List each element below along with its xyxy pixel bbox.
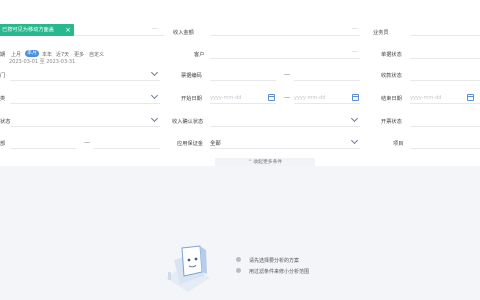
hint-select-plan: 请先选择要分析的方案 [249, 258, 300, 264]
end-date-input[interactable]: yyyy-mm-dd [410, 95, 441, 101]
range-to-input[interactable] [94, 148, 160, 149]
quick-filter-more[interactable]: 更多 [74, 51, 84, 58]
start-date-to-input[interactable]: yyyy-mm-dd [294, 95, 325, 101]
project-label: 项目 [393, 141, 404, 147]
calendar-icon[interactable] [467, 94, 474, 101]
result-area [0, 166, 480, 300]
start-date-label: 开始日期 [181, 96, 202, 102]
income-amount-label: 收入金额 [173, 30, 194, 36]
salesperson-input[interactable] [410, 35, 480, 36]
income-amount-input[interactable] [210, 35, 360, 36]
chevron-up-icon: ⌃ [247, 160, 252, 165]
period-label: 期 [0, 52, 6, 58]
start-date-from-input[interactable]: yyyy-mm-dd [210, 95, 241, 101]
dept2-label: 部 [0, 141, 6, 147]
more-dots-icon[interactable]: ··· [352, 26, 358, 33]
more-dots-icon[interactable]: ··· [152, 26, 158, 33]
deposit-label: 应用保证金 [177, 141, 203, 147]
type-select[interactable] [10, 103, 160, 104]
notification-toast: 已按可见为移动方面盖 × [0, 24, 74, 36]
deposit-value[interactable]: 全部 [210, 139, 221, 147]
payment-status-label: 收款状态 [381, 73, 402, 79]
doc-status-select[interactable] [410, 58, 480, 59]
row1-left-field-line[interactable] [74, 35, 164, 36]
invoice-status-label: 开票状态 [381, 119, 402, 125]
salesperson-label: 业务员 [373, 30, 389, 36]
doc-status-label: 单据状态 [381, 52, 402, 58]
end-date-label: 结束日期 [381, 96, 402, 102]
chevron-down-icon[interactable] [350, 114, 359, 123]
quick-filter-custom[interactable]: 自定义 [89, 51, 104, 58]
customer-label: 客户 [194, 52, 205, 58]
invoice-status-select[interactable] [410, 126, 480, 127]
quick-filter-this-month[interactable]: 本月 [25, 50, 40, 57]
ticket-code-to[interactable] [294, 80, 360, 81]
range-from-input[interactable] [10, 148, 76, 149]
income-confirm-select[interactable] [210, 126, 360, 127]
quick-filter-last7days[interactable]: 近7天 [56, 51, 69, 58]
start-date-to-line [294, 103, 360, 104]
start-date-from-line [210, 103, 276, 104]
close-icon[interactable]: × [65, 24, 71, 36]
collapse-label: 收起更多条件 [253, 160, 283, 165]
income-confirm-label: 收入确认状态 [172, 119, 204, 125]
quick-filter-this-year[interactable]: 本年 [42, 51, 52, 58]
end-date-line [410, 103, 480, 104]
type-label: 类 [0, 96, 6, 102]
quick-filter-last-month[interactable]: 上月 [11, 51, 21, 58]
range-dash: — [284, 94, 290, 101]
range-dash: — [284, 71, 290, 78]
filter-panel: 已按可见为移动方面盖 × ··· 期 上月 本月 本年 近7天 更多 自定义 2… [0, 0, 480, 167]
calendar-icon[interactable] [352, 94, 359, 101]
dept-select[interactable] [10, 80, 160, 81]
calendar-icon[interactable] [268, 94, 275, 101]
status-select[interactable] [10, 126, 160, 127]
chevron-down-icon[interactable] [150, 68, 159, 77]
chevron-down-icon[interactable] [150, 91, 159, 100]
payment-status-select[interactable] [410, 80, 480, 81]
deposit-select[interactable] [210, 148, 360, 149]
status-label: 状态 [0, 119, 11, 125]
range-dash: — [84, 139, 90, 146]
hint-filter-range: 用过滤条件来修小分析范围 [249, 269, 310, 275]
date-range-text: 2023-03-01 至 2023-03-31 [9, 59, 76, 65]
more-dots-icon[interactable]: ··· [352, 49, 358, 56]
ticket-code-from[interactable] [210, 80, 276, 81]
dept-label: 门 [0, 73, 6, 79]
hint-bullet-icon [236, 257, 241, 262]
project-input[interactable] [410, 148, 480, 149]
customer-input[interactable] [210, 58, 360, 59]
empty-state-illustration [166, 245, 210, 292]
ticket-code-label: 票据编码 [181, 73, 202, 79]
chevron-down-icon[interactable] [350, 136, 359, 145]
hint-bullet-icon [236, 268, 241, 273]
chevron-down-icon[interactable] [150, 114, 159, 123]
toast-text: 已按可见为移动方面盖 [2, 27, 54, 33]
